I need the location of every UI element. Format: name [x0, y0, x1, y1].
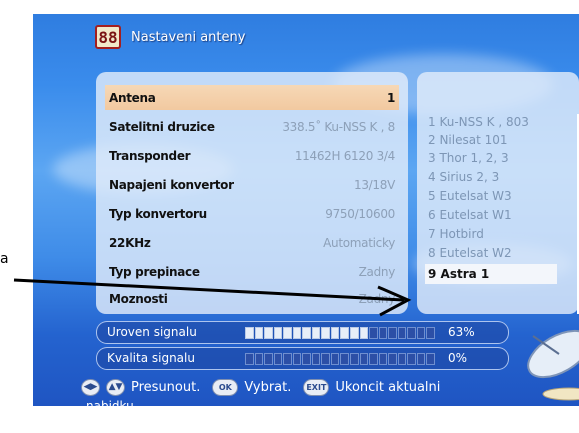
annotation-arrow-icon [13, 278, 412, 317]
